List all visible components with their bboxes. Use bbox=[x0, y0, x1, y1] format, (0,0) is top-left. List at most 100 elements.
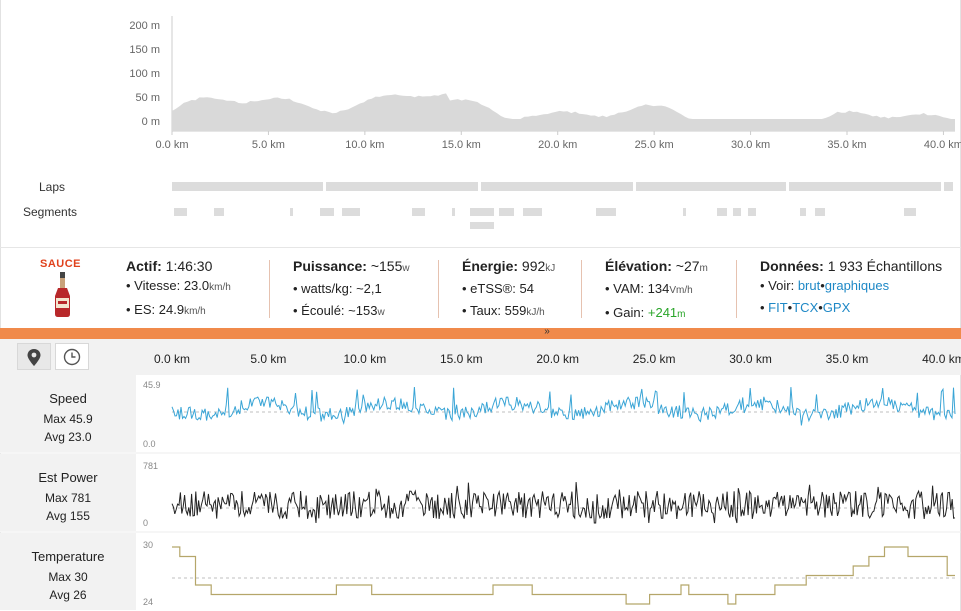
segment-bar[interactable] bbox=[290, 208, 293, 216]
lap-bar[interactable] bbox=[481, 182, 633, 191]
stream-top-tick: 30 bbox=[143, 540, 153, 550]
elevation-x-tick: 40.0 km bbox=[924, 139, 961, 151]
segment-bar[interactable] bbox=[214, 208, 224, 216]
elevation-area bbox=[172, 93, 955, 131]
elevation-x-tick: 30.0 km bbox=[731, 139, 770, 151]
temperature-series-line bbox=[172, 546, 955, 605]
wkg-value: ~2,1 bbox=[356, 281, 382, 296]
laps-segments-track bbox=[172, 182, 953, 229]
segment-bar[interactable] bbox=[733, 208, 741, 216]
activity-summary: SAUCE Actif: 1:46:30 • Vitesse: 23.0km/h… bbox=[0, 247, 961, 326]
stream-x-tick: 35.0 km bbox=[826, 352, 869, 366]
streams-x-axis: 0.0 km 5.0 km 10.0 km 15.0 km 20.0 km 25.0 km… bbox=[154, 352, 961, 366]
segment-bar[interactable] bbox=[748, 208, 756, 216]
fit-link[interactable]: FIT bbox=[768, 300, 788, 315]
elevation-stats: Élévation: ~27m • VAM: 134Vm/h • Gain: +… bbox=[605, 258, 708, 320]
stream-bottom-tick: 24 bbox=[143, 597, 153, 607]
segment-bar[interactable] bbox=[904, 208, 916, 216]
es-label: ES: bbox=[134, 302, 156, 317]
segment-bar[interactable] bbox=[800, 208, 806, 216]
ecoule-value: ~153 bbox=[348, 303, 378, 318]
stream-top-tick: 45.9 bbox=[143, 380, 161, 390]
vam-value: 134 bbox=[647, 281, 670, 296]
brut-link[interactable]: brut bbox=[798, 278, 820, 293]
vam-unit: Vm/h bbox=[669, 285, 693, 296]
elevation-x-tick: 20.0 km bbox=[538, 139, 577, 151]
tcx-link[interactable]: TCX bbox=[792, 300, 818, 315]
ecoule-unit: w bbox=[377, 307, 385, 318]
voir-label: Voir: bbox=[768, 278, 795, 293]
energie-stats: Énergie: 992kJ • eTSS®: 54 • Taux: 559kJ… bbox=[462, 258, 556, 318]
segment-bar[interactable] bbox=[499, 208, 514, 216]
segment-bar[interactable] bbox=[717, 208, 727, 216]
elevation-x-tick: 5.0 km bbox=[252, 139, 285, 151]
donnees-label: Données: bbox=[760, 258, 824, 274]
stream-x-tick: 10.0 km bbox=[344, 352, 387, 366]
energie-value: 992 bbox=[521, 258, 546, 274]
stream-x-tick: 40.0 km bbox=[922, 352, 961, 366]
lap-bar[interactable] bbox=[326, 182, 478, 191]
etss-value: 54 bbox=[519, 281, 534, 296]
stream-x-tick: 5.0 km bbox=[250, 352, 286, 366]
segment-bar[interactable] bbox=[815, 208, 825, 216]
ecoule-label: Écoulé: bbox=[301, 303, 345, 318]
segment-bar[interactable] bbox=[683, 208, 686, 216]
stream-x-tick: 20.0 km bbox=[536, 352, 579, 366]
elevation-x-tick: 25.0 km bbox=[635, 139, 674, 151]
segment-bar[interactable] bbox=[470, 208, 494, 216]
stream-x-tick: 30.0 km bbox=[729, 352, 772, 366]
puissance-stats: Puissance: ~155w • watts/kg: ~2,1 • Écou… bbox=[293, 258, 410, 318]
gpx-link[interactable]: GPX bbox=[823, 300, 850, 315]
lap-bar[interactable] bbox=[789, 182, 941, 191]
streams-charts[interactable]: 45.9 0.0 781 0 30 24 bbox=[0, 375, 961, 611]
sauce-logo-text: SAUCE bbox=[40, 258, 82, 270]
segment-bar[interactable] bbox=[452, 208, 455, 216]
power-series-line bbox=[171, 482, 956, 524]
es-unit: km/h bbox=[184, 306, 206, 317]
column-divider bbox=[736, 260, 737, 318]
elevation-y-tick: 200 m bbox=[129, 20, 160, 32]
gain-label: Gain: bbox=[613, 305, 645, 320]
elevation-x-tick: 35.0 km bbox=[827, 139, 866, 151]
lap-bar[interactable] bbox=[172, 182, 323, 191]
elevation-value: ~27 bbox=[675, 258, 700, 274]
graphiques-link[interactable]: graphiques bbox=[825, 278, 889, 293]
donnees-value: 1 933 Échantillons bbox=[827, 258, 943, 274]
elevation-x-tick: 10.0 km bbox=[345, 139, 384, 151]
vitesse-label: Vitesse: bbox=[134, 278, 181, 293]
donnees-stats: Données: 1 933 Échantillons • Voir: brut… bbox=[760, 258, 943, 315]
segment-bar[interactable] bbox=[523, 208, 542, 216]
stream-x-tick: 15.0 km bbox=[440, 352, 483, 366]
taux-value: 559 bbox=[504, 303, 527, 318]
segment-bar[interactable] bbox=[174, 208, 187, 216]
elevation-y-tick: 50 m bbox=[136, 92, 160, 104]
gain-value: +241 bbox=[647, 305, 678, 320]
lap-bar[interactable] bbox=[944, 182, 953, 191]
elevation-y-tick: 150 m bbox=[129, 44, 160, 56]
vam-label: VAM: bbox=[613, 281, 644, 296]
segment-bar[interactable] bbox=[342, 208, 360, 216]
segment-bar[interactable] bbox=[470, 222, 494, 229]
actif-label: Actif: bbox=[126, 258, 162, 274]
puissance-unit: w bbox=[402, 263, 410, 274]
elevation-y-tick: 0 m bbox=[142, 116, 160, 128]
elevation-x-tick: 0.0 km bbox=[155, 139, 188, 151]
column-divider bbox=[438, 260, 439, 318]
wkg-label: watts/kg: bbox=[301, 281, 353, 296]
panel-divider-bar[interactable] bbox=[0, 328, 961, 339]
puissance-value: ~155 bbox=[370, 258, 403, 274]
actif-stats: Actif: 1:46:30 • Vitesse: 23.0km/h • ES:… bbox=[126, 258, 231, 317]
elevation-y-tick: 100 m bbox=[129, 68, 160, 80]
stream-bottom-tick: 0.0 bbox=[143, 439, 156, 449]
segment-bar[interactable] bbox=[412, 208, 425, 216]
expand-chevron-icon[interactable]: » bbox=[540, 325, 554, 339]
etss-label: eTSS®: bbox=[470, 281, 516, 296]
actif-value: 1:46:30 bbox=[165, 258, 213, 274]
segment-bar[interactable] bbox=[320, 208, 334, 216]
stream-bottom-tick: 0 bbox=[143, 518, 148, 528]
elevation-chart: 200 m 150 m 100 m 50 m 0 m 0.0 km 5.0 km 10.0 … bbox=[129, 16, 961, 151]
gain-unit: m bbox=[677, 309, 686, 320]
lap-bar[interactable] bbox=[636, 182, 786, 191]
elevation-x-tick: 15.0 km bbox=[442, 139, 481, 151]
segment-bar[interactable] bbox=[596, 208, 616, 216]
